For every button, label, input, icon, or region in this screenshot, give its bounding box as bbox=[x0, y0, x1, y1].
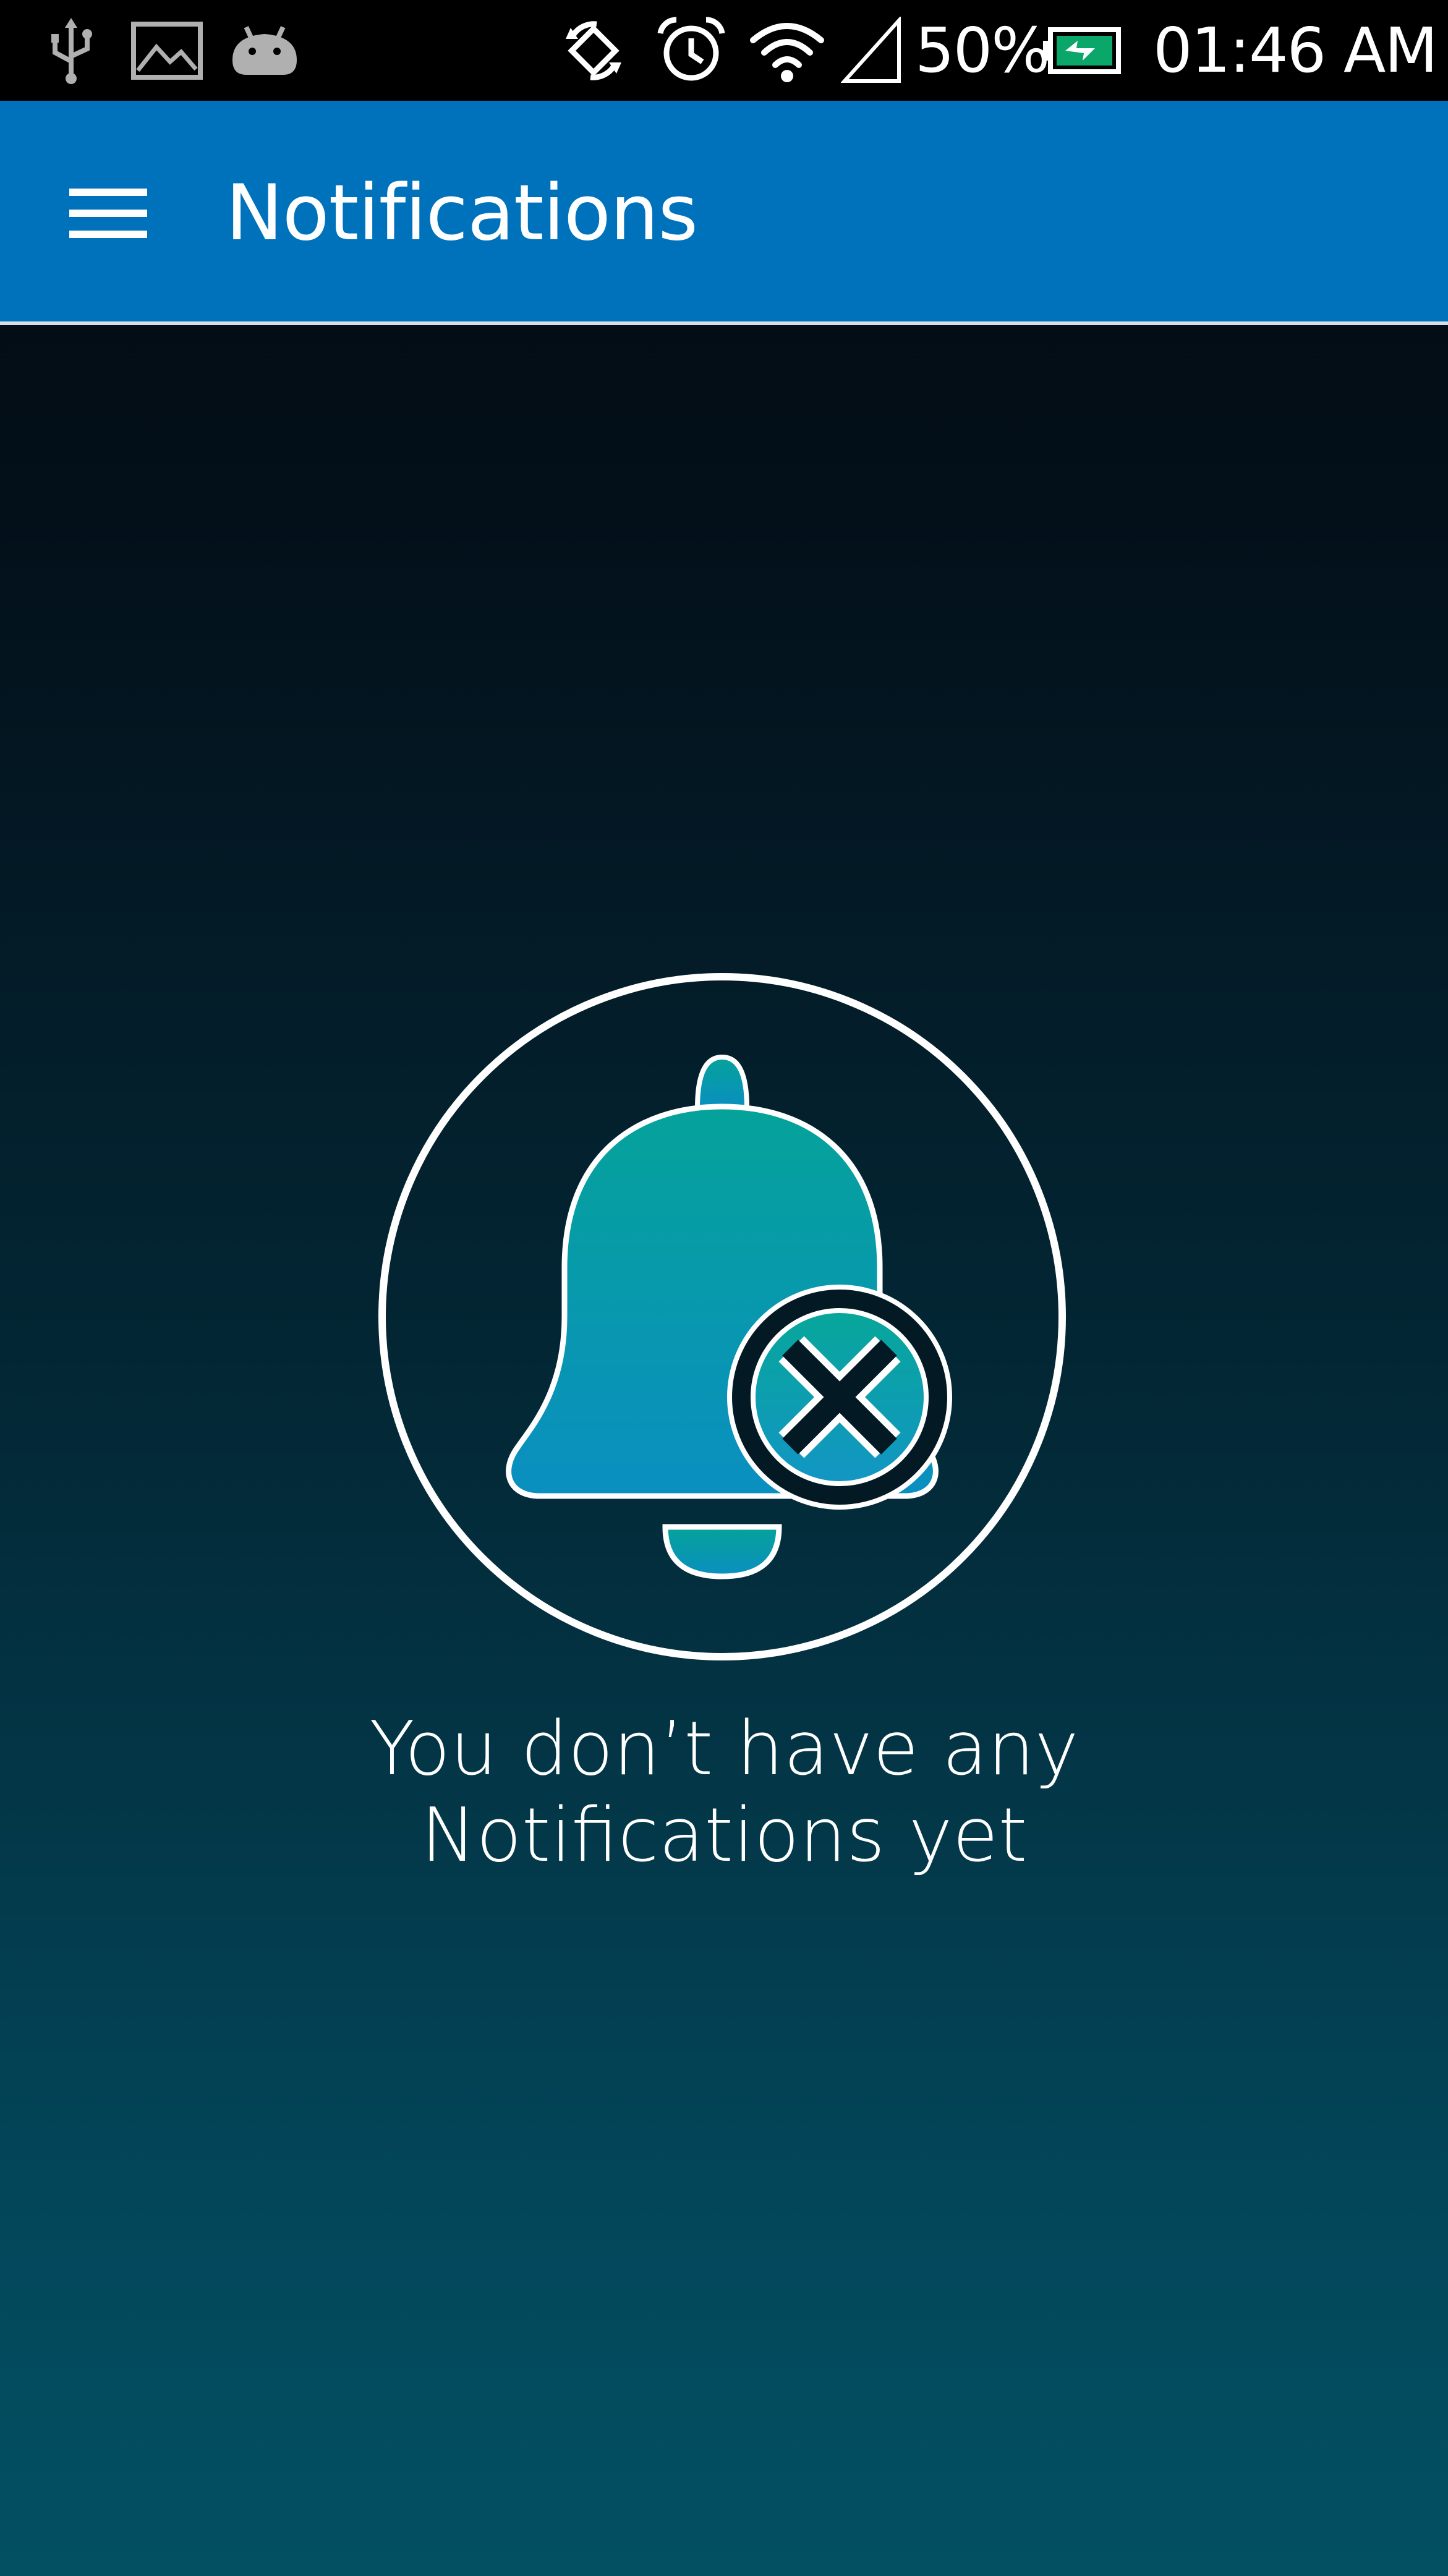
wifi-icon bbox=[745, 0, 828, 101]
signal-icon bbox=[841, 0, 903, 101]
empty-state-illustration bbox=[376, 971, 1068, 1663]
page-title: Notifications bbox=[226, 169, 698, 258]
app-bar bbox=[0, 101, 1448, 325]
bell-with-x-icon bbox=[378, 973, 1066, 1660]
battery-percent: 50% bbox=[915, 14, 1050, 87]
battery-charging-icon bbox=[1039, 0, 1125, 101]
menu-button[interactable] bbox=[49, 148, 167, 278]
empty-state-message: You don’t have any Notifications yet bbox=[168, 1706, 1280, 1879]
alarm-icon bbox=[652, 0, 730, 101]
empty-state-message-line1: You don’t have any bbox=[369, 1706, 1079, 1792]
rotate-lock-icon bbox=[556, 0, 631, 101]
status-bar: 50% 01:46 AM bbox=[0, 0, 1448, 101]
empty-state-message-line2: Notifications yet bbox=[420, 1793, 1028, 1879]
hamburger-menu-icon bbox=[69, 189, 147, 238]
usb-icon bbox=[43, 0, 99, 101]
image-icon bbox=[127, 0, 207, 101]
android-icon bbox=[226, 0, 303, 101]
clock: 01:46 AM bbox=[1153, 14, 1438, 87]
